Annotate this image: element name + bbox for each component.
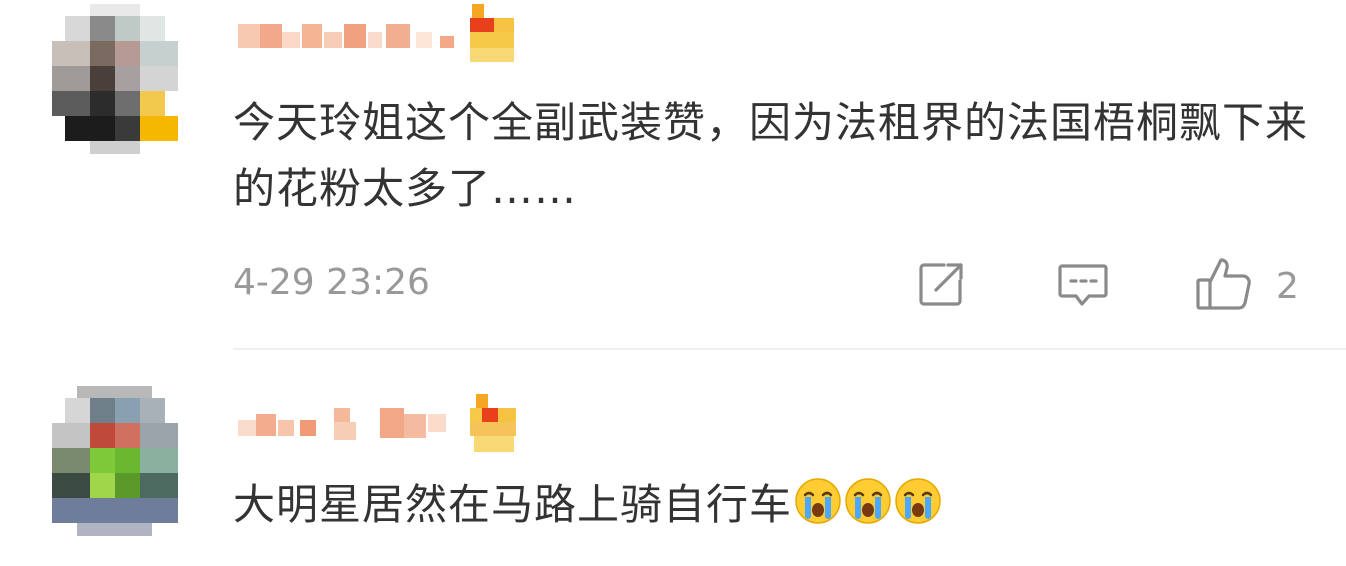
like-button[interactable]: 2 [1194, 258, 1299, 314]
avatar[interactable] [40, 386, 190, 536]
comment-text-body: 大明星居然在马路上骑自行车 [233, 480, 793, 529]
emoji-row [794, 477, 942, 525]
reply-button[interactable] [1056, 258, 1110, 314]
comment-text: 今天玲姐这个全副武装赞，因为法租界的法国梧桐飘下来的花粉太多了…… [233, 98, 1309, 213]
comment-item: 今天玲姐这个全副武装赞，因为法租界的法国梧桐飘下来的花粉太多了…… 4-29 2… [0, 0, 1346, 350]
avatar[interactable] [40, 4, 190, 154]
thumbs-up-icon [1194, 254, 1254, 318]
share-icon [914, 257, 968, 315]
username-pixelated[interactable] [230, 392, 530, 454]
username-pixelated[interactable] [230, 2, 530, 64]
comment-item: 大明星居然在马路上骑自行车 [0, 350, 1346, 566]
share-button[interactable] [914, 258, 968, 314]
like-count: 2 [1276, 265, 1299, 307]
comment-text: 大明星居然在马路上骑自行车 [233, 472, 1313, 538]
comment-icon [1056, 257, 1110, 315]
timestamp: 4-29 23:26 [233, 262, 430, 303]
crying-emoji-icon [844, 477, 892, 525]
crying-emoji-icon [794, 477, 842, 525]
crying-emoji-icon [894, 477, 942, 525]
